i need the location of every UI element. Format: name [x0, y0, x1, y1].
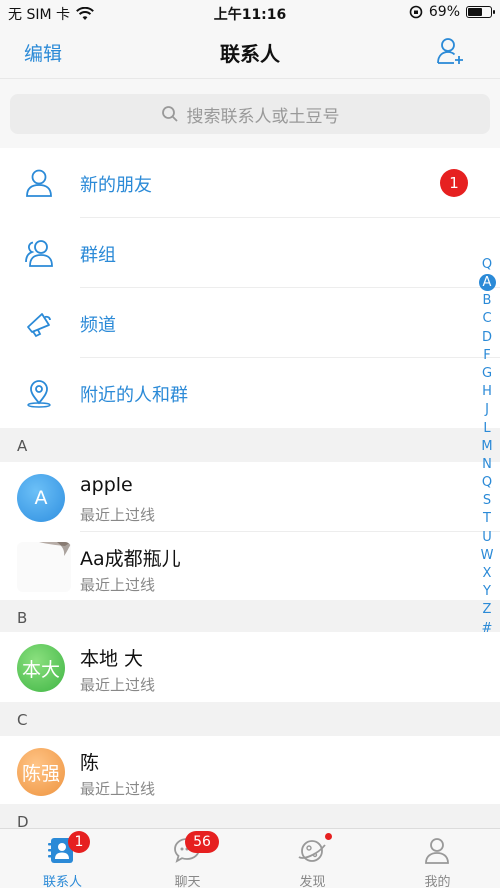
index-letter[interactable]: L: [478, 420, 496, 438]
index-letter[interactable]: T: [478, 510, 496, 528]
section-header-a: A: [0, 428, 500, 462]
tab-label: 聊天: [174, 875, 201, 888]
index-letter[interactable]: #: [478, 620, 496, 638]
index-letter[interactable]: G: [478, 365, 496, 383]
contact-status: 最近上过线: [80, 780, 156, 798]
battery-icon: [466, 6, 495, 18]
profile-icon: [425, 838, 449, 864]
index-letter[interactable]: Q: [478, 256, 496, 274]
section-header-b: B: [0, 600, 500, 634]
tab-badge: 1: [68, 831, 90, 853]
contact-status: 最近上过线: [80, 576, 156, 594]
tab-profile[interactable]: 我的: [375, 829, 500, 888]
alphabet-index[interactable]: Q A B C D F G H J L M N Q S T U W X Y Z #: [478, 256, 496, 638]
contact-name: 本地 大: [80, 648, 144, 670]
tab-label: 我的: [424, 875, 451, 888]
search-input[interactable]: 搜索联系人或土豆号: [10, 94, 490, 134]
contact-name: apple: [80, 474, 133, 496]
menu-item-groups[interactable]: 群组: [0, 218, 500, 288]
index-letter[interactable]: M: [478, 438, 496, 456]
menu-item-label: 新的朋友: [80, 175, 152, 196]
status-bar: 无 SIM 卡 上午11:16 69%: [0, 0, 500, 26]
index-letter[interactable]: C: [478, 310, 496, 328]
contact-row[interactable]: 本大 本地 大 最近上过线: [0, 632, 500, 702]
avatar: A: [17, 474, 65, 522]
person-icon: [26, 169, 52, 197]
contact-name: Aa成都瓶儿: [80, 548, 181, 570]
add-person-icon[interactable]: [436, 36, 466, 66]
new-friends-badge: 1: [440, 169, 468, 197]
index-letter[interactable]: A: [478, 274, 496, 292]
contact-row[interactable]: 陈强 陈 最近上过线: [0, 736, 500, 806]
location-pin-icon: [27, 380, 51, 408]
section-header-c: C: [0, 702, 500, 736]
battery-percent: 69%: [428, 4, 460, 20]
menu-item-nearby[interactable]: 附近的人和群: [0, 358, 500, 428]
tab-badge: 56: [185, 831, 219, 853]
index-letter[interactable]: Z: [478, 601, 496, 619]
tab-label: 联系人: [42, 875, 82, 888]
menu-item-label: 群组: [80, 245, 116, 266]
avatar: 陈强: [17, 748, 65, 796]
index-letter[interactable]: J: [478, 401, 496, 419]
page-title: 联系人: [220, 42, 280, 66]
notification-dot: [325, 833, 332, 840]
index-letter[interactable]: Q: [478, 474, 496, 492]
tab-chat[interactable]: 56 聊天: [125, 829, 250, 888]
contact-row[interactable]: A apple 最近上过线: [0, 462, 500, 532]
index-letter[interactable]: X: [478, 565, 496, 583]
contacts-menu: 新的朋友 1 群组 频道 附近的人和群: [0, 148, 500, 428]
index-letter[interactable]: N: [478, 456, 496, 474]
tab-bar: 1 联系人 56 聊天 发现 我的: [0, 828, 500, 888]
avatar: 本大: [17, 644, 65, 692]
contact-status: 最近上过线: [80, 506, 156, 524]
planet-icon: [298, 840, 326, 862]
index-letter[interactable]: B: [478, 292, 496, 310]
index-letter[interactable]: F: [478, 347, 496, 365]
rotation-lock-icon: [409, 5, 423, 19]
menu-item-new-friends[interactable]: 新的朋友 1: [0, 148, 500, 218]
group-icon: [25, 240, 53, 267]
menu-item-label: 频道: [80, 315, 116, 336]
search-area: 搜索联系人或土豆号: [0, 78, 500, 148]
tab-contacts[interactable]: 1 联系人: [0, 829, 125, 888]
menu-item-channels[interactable]: 频道: [0, 288, 500, 358]
contact-row[interactable]: Aa成都瓶儿 最近上过线: [0, 532, 500, 602]
index-letter[interactable]: H: [478, 383, 496, 401]
search-icon: [161, 106, 178, 122]
contact-status: 最近上过线: [80, 676, 156, 694]
avatar: [17, 542, 71, 592]
index-letter[interactable]: U: [478, 529, 496, 547]
index-letter[interactable]: S: [478, 492, 496, 510]
contact-name: 陈: [80, 752, 100, 774]
nav-bar: 编辑 联系人: [0, 26, 500, 78]
tab-discover[interactable]: 发现: [250, 829, 375, 888]
megaphone-icon: [27, 313, 51, 338]
search-placeholder: 搜索联系人或土豆号: [186, 106, 340, 127]
index-letter[interactable]: D: [478, 329, 496, 347]
index-letter[interactable]: W: [478, 547, 496, 565]
menu-item-label: 附近的人和群: [80, 385, 188, 406]
index-letter[interactable]: Y: [478, 583, 496, 601]
tab-label: 发现: [299, 875, 326, 888]
